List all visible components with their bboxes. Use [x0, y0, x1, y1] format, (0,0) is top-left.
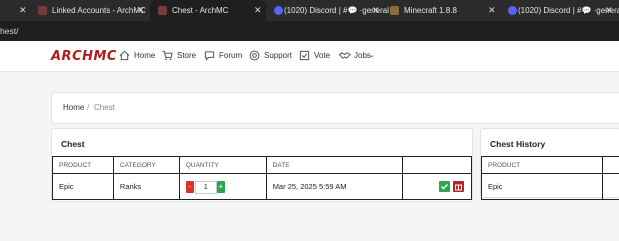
chest-table: PRODUCT CATEGORY QUANTITY DATE Epic Rank… [52, 156, 472, 200]
column-header-actions [402, 156, 472, 174]
chest-history-title: Chest History [490, 139, 546, 149]
gift-button[interactable] [453, 181, 465, 192]
close-tab-icon[interactable]: ✕ [19, 0, 27, 21]
column-header-quantity: QUANTITY [178, 156, 267, 174]
breadcrumb-separator: / [87, 103, 90, 112]
breadcrumb-current: Chest [94, 103, 115, 112]
browser-tab-discord-2[interactable]: (1020) Discord | #💬 ·general | ✕ [500, 0, 619, 21]
chest-history-card: Chest History PRODUCT Epic [480, 128, 619, 200]
cell-product: Epic [480, 173, 604, 200]
history-table-header: PRODUCT [480, 156, 619, 174]
cart-icon [162, 50, 173, 60]
column-header-date: DATE [265, 156, 404, 174]
column-header-product: PRODUCT [52, 156, 114, 174]
breadcrumb-home[interactable]: Home [63, 103, 84, 112]
chest-table-header: PRODUCT CATEGORY QUANTITY DATE [52, 156, 472, 174]
cell-product: Epic [52, 173, 114, 200]
chat-icon [204, 51, 215, 61]
support-icon [249, 50, 260, 61]
cell-quantity: - 1 + [178, 173, 267, 200]
minecraft-favicon-icon [390, 6, 399, 15]
archmc-favicon-icon [158, 6, 167, 15]
close-tab-icon[interactable]: ✕ [372, 0, 380, 21]
claim-button[interactable] [439, 181, 451, 192]
handshake-icon [339, 52, 351, 59]
browser-tab-minecraft[interactable]: Minecraft 1.8.8 ✕ [382, 0, 500, 21]
browser-tab-chest[interactable]: Chest - ArchMC ✕ [150, 0, 266, 21]
close-tab-icon[interactable]: ✕ [488, 0, 496, 21]
browser-tab-linked-accounts[interactable]: Linked Accounts - ArchMC ✕ [30, 0, 148, 21]
site-navbar: ARCHMC Home Store Forum Support Vote Job… [0, 41, 619, 72]
browser-tab-discord-1[interactable]: (1020) Discord | #💬 ·general | ✕ [266, 0, 393, 21]
browser-tab-strip: ✕ Linked Accounts - ArchMC ✕ Chest - Arc… [0, 0, 619, 21]
quantity-stepper: - 1 + [185, 180, 225, 194]
address-bar[interactable]: hest/ [0, 21, 619, 41]
breadcrumb: Home / Chest [51, 92, 619, 124]
cell-actions [402, 173, 472, 200]
chevron-down-icon: ⌄ [369, 52, 375, 59]
discord-favicon-icon [274, 6, 283, 15]
gift-icon [455, 184, 463, 191]
check-icon [441, 184, 449, 190]
decrease-quantity-button[interactable]: - [185, 180, 194, 193]
increase-quantity-button[interactable]: + [216, 180, 225, 193]
close-tab-icon[interactable]: ✕ [605, 0, 613, 21]
archmc-favicon-icon [38, 6, 47, 15]
column-header-product: PRODUCT [480, 156, 604, 174]
cell-date: Mar 25, 2025 5:59 AM [265, 173, 404, 200]
cell-category: Ranks [112, 173, 180, 200]
vote-icon [299, 50, 310, 61]
home-icon [119, 50, 130, 61]
discord-favicon-icon [508, 6, 517, 15]
column-header-category: CATEGORY [112, 156, 180, 174]
close-tab-icon[interactable]: ✕ [254, 0, 262, 21]
site-logo[interactable]: ARCHMC [51, 49, 117, 64]
chest-card: Chest PRODUCT CATEGORY QUANTITY DATE Epi… [51, 128, 473, 202]
table-row: Epic [480, 173, 619, 200]
table-row: Epic Ranks - 1 + Mar 25, 2025 5:59 AM [52, 173, 472, 200]
close-tab-icon[interactable]: ✕ [137, 0, 145, 21]
chest-history-table: PRODUCT Epic [480, 156, 619, 200]
chest-card-title: Chest [61, 139, 85, 149]
address-text: hest/ [0, 26, 19, 36]
quantity-input[interactable]: 1 [194, 180, 217, 194]
